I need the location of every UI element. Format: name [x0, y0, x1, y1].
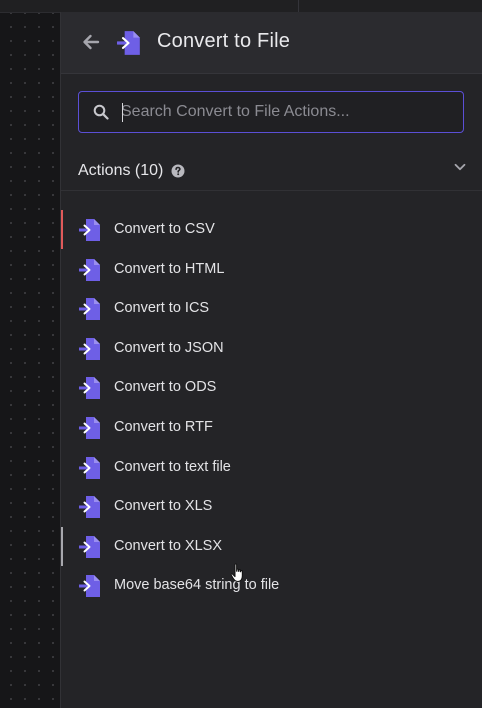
action-label: Convert to CSV	[114, 221, 215, 237]
top-bar-divider	[298, 0, 299, 12]
file-import-icon	[78, 376, 101, 400]
selection-marker	[61, 566, 63, 605]
file-import-icon	[78, 416, 101, 440]
action-item[interactable]: Convert to ICS	[61, 289, 482, 329]
action-label: Convert to RTF	[114, 418, 213, 435]
action-label: Convert to JSON	[114, 339, 224, 356]
file-import-icon	[78, 495, 101, 519]
action-item[interactable]: Convert to JSON	[61, 329, 482, 369]
selection-marker	[61, 448, 63, 487]
selection-marker	[61, 368, 63, 407]
action-label: Convert to XLSX	[114, 537, 222, 554]
action-label: Convert to text file	[114, 458, 231, 475]
selection-marker	[61, 487, 63, 526]
actions-section-title: Actions (10)	[78, 162, 164, 179]
text-cursor	[122, 103, 123, 122]
action-item[interactable]: Convert to RTF	[61, 408, 482, 448]
action-label: Convert to ICS	[114, 300, 210, 317]
search-icon	[93, 104, 109, 120]
action-item[interactable]: Convert to text file	[61, 448, 482, 488]
file-import-icon	[116, 30, 141, 56]
actions-list: Convert to CSV Convert to HTML Convert t…	[61, 210, 482, 606]
search-input[interactable]	[121, 92, 451, 131]
selection-marker	[61, 250, 63, 289]
arrow-left-icon	[83, 34, 100, 50]
panel-header: Convert to File	[61, 12, 482, 74]
file-import-icon	[78, 337, 101, 361]
action-label: Convert to XLS	[114, 498, 213, 515]
file-import-icon	[78, 218, 101, 242]
panel-title: Convert to File	[157, 30, 291, 52]
question-circle-icon[interactable]	[171, 164, 185, 178]
node-creator-panel: Convert to File Actions (10) Convert to …	[60, 12, 482, 708]
chevron-down-icon[interactable]	[453, 160, 467, 174]
selection-marker	[61, 526, 63, 566]
workflow-canvas	[0, 0, 60, 708]
file-import-icon	[78, 456, 101, 480]
back-button[interactable]	[79, 30, 103, 54]
action-item[interactable]: Convert to XLSX	[61, 526, 482, 567]
file-import-icon	[78, 574, 101, 598]
action-label: Move base64 string to file	[114, 577, 280, 594]
selection-marker	[61, 329, 63, 368]
hand-pointer-icon	[230, 563, 243, 582]
action-item[interactable]: Move base64 string to file	[61, 566, 482, 606]
actions-section-header[interactable]: Actions (10)	[61, 152, 482, 191]
action-label: Convert to HTML	[114, 260, 225, 277]
selection-marker	[61, 408, 63, 447]
file-import-icon	[78, 297, 101, 321]
search-box[interactable]	[78, 91, 464, 133]
action-item[interactable]: Convert to ODS	[61, 368, 482, 408]
selection-marker	[61, 210, 63, 249]
action-item[interactable]: Convert to CSV	[61, 210, 482, 250]
action-item[interactable]: Convert to XLS	[61, 487, 482, 527]
action-label: Convert to ODS	[114, 379, 217, 396]
action-item[interactable]: Convert to HTML	[61, 250, 482, 290]
selection-marker	[61, 289, 63, 328]
file-import-icon	[78, 535, 101, 559]
file-import-icon	[78, 258, 101, 282]
